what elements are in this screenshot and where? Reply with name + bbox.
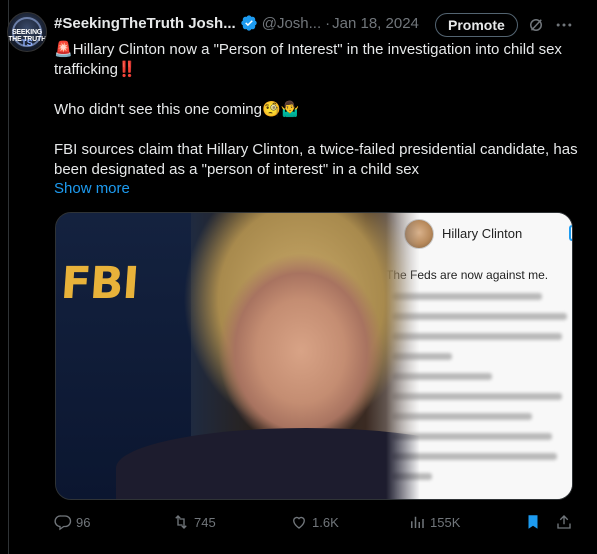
repost-count: 745: [194, 514, 216, 530]
bookmark-icon[interactable]: [524, 513, 542, 531]
tweet-text: 🚨Hillary Clinton now a "Person of Intere…: [54, 40, 579, 180]
blurred-line: [392, 313, 567, 320]
views-icon: [411, 516, 424, 528]
blurred-line: [392, 293, 542, 300]
views-button[interactable]: 155K: [408, 512, 460, 532]
like-icon: [293, 516, 305, 529]
share-icon[interactable]: [555, 513, 573, 531]
fbi-label: FBI: [59, 258, 140, 309]
blurred-line: [392, 413, 532, 420]
tweet-actions: 96 745 1.6K 155K: [54, 512, 574, 534]
like-count: 1.6K: [312, 514, 339, 530]
emoji-group: 🧐🤷‍♂️: [261, 101, 300, 118]
timestamp[interactable]: Jan 18, 2024: [332, 15, 419, 32]
avatar-ts: TS: [21, 38, 33, 48]
tweet-paragraph-1: 🚨Hillary Clinton now a "Person of Intere…: [54, 40, 579, 80]
tweet-paragraph-3: FBI sources claim that Hillary Clinton, …: [54, 141, 578, 178]
blurred-line: [392, 473, 432, 480]
reply-count: 96: [76, 514, 91, 530]
embedded-post-card: Hillary Clinton The Feds are now against…: [386, 213, 572, 499]
reply-button[interactable]: 96: [54, 512, 90, 532]
blurred-line: [392, 433, 552, 440]
avatar[interactable]: SEEKING THE TRUTH TS: [7, 12, 47, 52]
blurred-line: [392, 453, 557, 460]
blurred-line: [392, 393, 562, 400]
tweet-header: #SeekingTheTruth Josh... @Josh... · Jan …: [54, 12, 584, 37]
tweet[interactable]: SEEKING THE TRUTH TS #SeekingTheTruth Jo…: [0, 0, 597, 554]
exclamation-emoji: ‼️: [117, 61, 137, 78]
grok-icon[interactable]: [527, 16, 545, 34]
separator-dot: ·: [325, 14, 331, 32]
blurred-line: [392, 333, 562, 340]
handle[interactable]: @Josh...: [262, 15, 321, 32]
card-edge-marker: [569, 225, 572, 241]
card-text-line: The Feds are now against me.: [386, 268, 549, 282]
tweet-media[interactable]: FBI Hillary Clinton The Feds are now aga…: [55, 212, 573, 500]
card-name: Hillary Clinton: [442, 226, 523, 241]
siren-emoji: 🚨: [54, 41, 73, 58]
reply-icon: [54, 515, 72, 531]
blurred-line: [392, 353, 452, 360]
blurred-line: [392, 373, 492, 380]
more-icon[interactable]: [554, 15, 574, 35]
views-count: 155K: [430, 514, 461, 530]
thread-line: [8, 0, 9, 554]
tweet-line-2: Who didn't see this one coming: [54, 101, 262, 118]
verified-badge-icon[interactable]: [240, 14, 258, 32]
show-more-link[interactable]: Show more: [54, 180, 130, 197]
like-button[interactable]: 1.6K: [290, 512, 339, 532]
repost-icon: [175, 515, 187, 529]
repost-button[interactable]: 745: [172, 512, 216, 532]
promote-button[interactable]: Promote: [435, 13, 518, 37]
display-name[interactable]: #SeekingTheTruth Josh...: [54, 15, 236, 32]
card-avatar: [404, 219, 434, 249]
tweet-paragraph-2: Who didn't see this one coming🧐🤷‍♂️: [54, 100, 579, 120]
